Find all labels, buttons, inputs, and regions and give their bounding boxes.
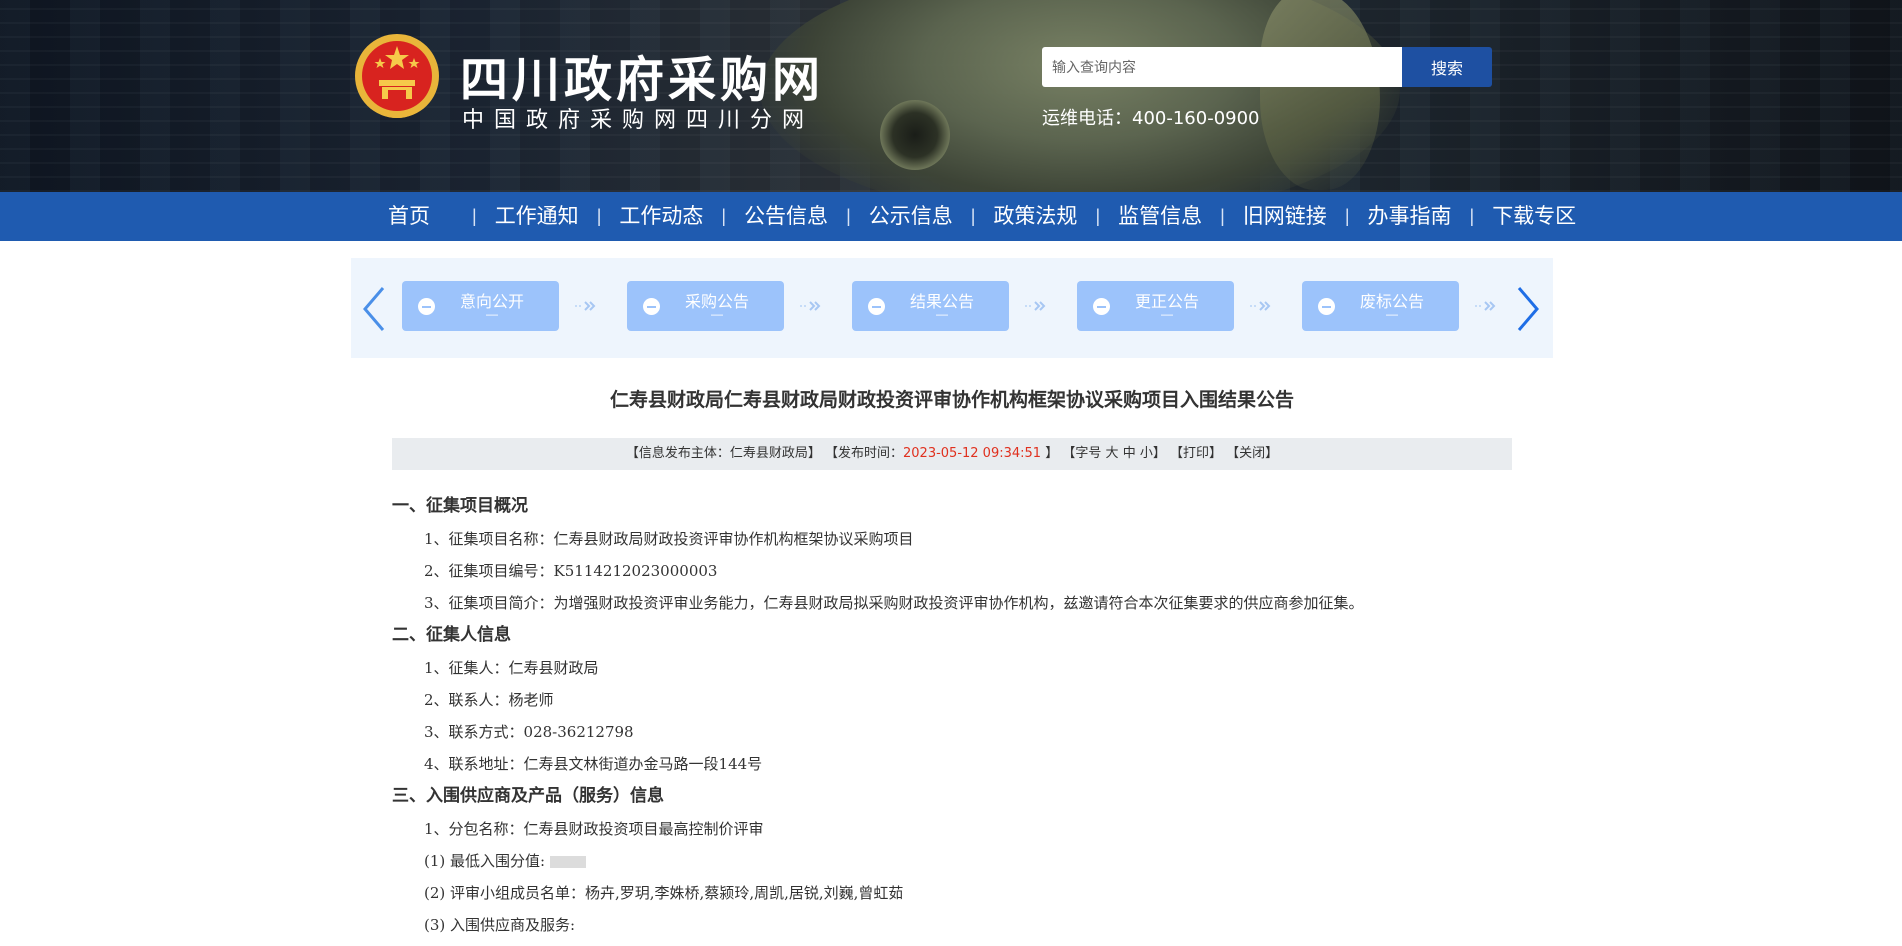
site-title: 四川政府采购网: [460, 52, 825, 108]
font-size-small[interactable]: 小】: [1140, 446, 1166, 461]
nav-item-announcements[interactable]: 公告信息: [726, 192, 846, 241]
content-row: 3、征集项目简介：为增强财政投资评审业务能力，仁寿县财政局拟采购财政投资评审协作…: [424, 594, 1364, 612]
nav-item-old-site[interactable]: 旧网链接: [1225, 192, 1345, 241]
font-size-label: 【字号: [1062, 446, 1102, 461]
double-chevron-icon: [1475, 301, 1496, 311]
double-chevron-icon: [800, 301, 821, 311]
minus-circle-icon: [643, 298, 660, 315]
minus-circle-icon: [1318, 298, 1335, 315]
font-size-large[interactable]: 大: [1106, 446, 1119, 461]
article-body: 一、征集项目概况 1、征集项目名称：仁寿县财政局财政投资评审协作机构框架协议采购…: [392, 490, 1512, 941]
section-heading: 三、入围供应商及产品（服务）信息: [392, 786, 664, 806]
article-meta-bar: 【信息发布主体：仁寿县财政局】 【发布时间：2023-05-12 09:34:5…: [392, 438, 1512, 470]
step-cancellation-notice[interactable]: 废标公告 —: [1302, 281, 1459, 331]
nav-item-work-notice[interactable]: 工作通知: [477, 192, 597, 241]
hotline-text: 运维电话：400-160-0900: [1042, 108, 1260, 129]
redacted-value: [549, 856, 586, 868]
main-nav: 首页 | 工作通知 | 工作动态 | 公告信息 | 公示信息 | 政策法规 | …: [0, 192, 1902, 241]
nav-item-work-news[interactable]: 工作动态: [601, 192, 721, 241]
double-chevron-icon: [1250, 301, 1271, 311]
step-procurement-notice[interactable]: 采购公告 —: [627, 281, 784, 331]
step-sub: —: [711, 307, 723, 321]
step-sub: —: [486, 307, 498, 321]
article-title: 仁寿县财政局仁寿县财政局财政投资评审协作机构框架协议采购项目入围结果公告: [609, 389, 1294, 411]
bronze-mask-eye: [880, 100, 950, 170]
content-row: 1、分包名称：仁寿县财政投资项目最高控制价评审: [424, 820, 764, 838]
step-result-notice[interactable]: 结果公告 —: [852, 281, 1009, 331]
content-row: 4、联系地址：仁寿县文林街道办金马路一段144号: [424, 755, 763, 773]
nav-item-downloads[interactable]: 下载专区: [1474, 192, 1594, 241]
national-emblem-icon: [355, 34, 439, 118]
nav-item-home[interactable]: 首页: [368, 192, 472, 241]
next-arrow-icon[interactable]: [1513, 284, 1543, 334]
nav-item-public-notice[interactable]: 公示信息: [851, 192, 971, 241]
search-input[interactable]: [1042, 47, 1402, 87]
site-subtitle: 中国政府采购网四川分网: [462, 108, 815, 133]
content-row: 1、征集项目名称：仁寿县财政局财政投资评审协作机构框架协议采购项目: [424, 530, 914, 548]
publish-time-value: 2023-05-12 09:34:51: [903, 446, 1042, 461]
step-sub: —: [1386, 307, 1398, 321]
header-banner: 四川政府采购网 中国政府采购网四川分网 搜索 运维电话：400-160-0900: [0, 0, 1902, 192]
content-row: (3) 入围供应商及服务:: [424, 916, 576, 934]
nav-item-guide[interactable]: 办事指南: [1350, 192, 1470, 241]
section-heading: 二、征集人信息: [392, 625, 511, 645]
close-link[interactable]: 【关闭】: [1226, 446, 1278, 461]
content-row: (1) 最低入围分值:: [392, 845, 1512, 877]
content-row: 1、征集人：仁寿县财政局: [424, 659, 599, 677]
bronze-mask-ridge: [1260, 0, 1380, 190]
step-intent-disclosure[interactable]: 意向公开 —: [402, 281, 559, 331]
publish-time-close: 】: [1045, 446, 1059, 461]
content-row: 3、联系方式：028-36212798: [424, 723, 634, 741]
step-sub: —: [936, 307, 948, 321]
font-size-medium[interactable]: 中: [1123, 446, 1136, 461]
minus-circle-icon: [418, 298, 435, 315]
nav-item-policies[interactable]: 政策法规: [975, 192, 1095, 241]
section-heading: 一、征集项目概况: [392, 496, 528, 516]
search-button[interactable]: 搜索: [1402, 47, 1492, 87]
double-chevron-icon: [1025, 301, 1046, 311]
content-row: (2) 评审小组成员名单：杨卉,罗玥,李姝桥,蔡颍玲,周凯,居锐,刘巍,曾虹茹: [424, 884, 904, 902]
content-row: 2、征集项目编号：K5114212023000003: [424, 562, 718, 580]
publisher-info: 【信息发布主体：仁寿县财政局】: [625, 446, 821, 461]
announcement-steps: 意向公开 — 采购公告 — 结果公告 — 更正公告 — 废标公告 —: [351, 258, 1553, 358]
step-sub: —: [1161, 307, 1173, 321]
print-link[interactable]: 【打印】: [1170, 446, 1222, 461]
publish-time-label: 【发布时间：: [824, 446, 903, 461]
nav-item-supervision[interactable]: 监管信息: [1100, 192, 1220, 241]
minus-circle-icon: [1093, 298, 1110, 315]
prev-arrow-icon[interactable]: [359, 284, 389, 334]
double-chevron-icon: [575, 301, 596, 311]
step-correction-notice[interactable]: 更正公告 —: [1077, 281, 1234, 331]
minus-circle-icon: [868, 298, 885, 315]
min-score-label: (1) 最低入围分值:: [424, 852, 546, 870]
content-row: 2、联系人：杨老师: [424, 691, 554, 709]
